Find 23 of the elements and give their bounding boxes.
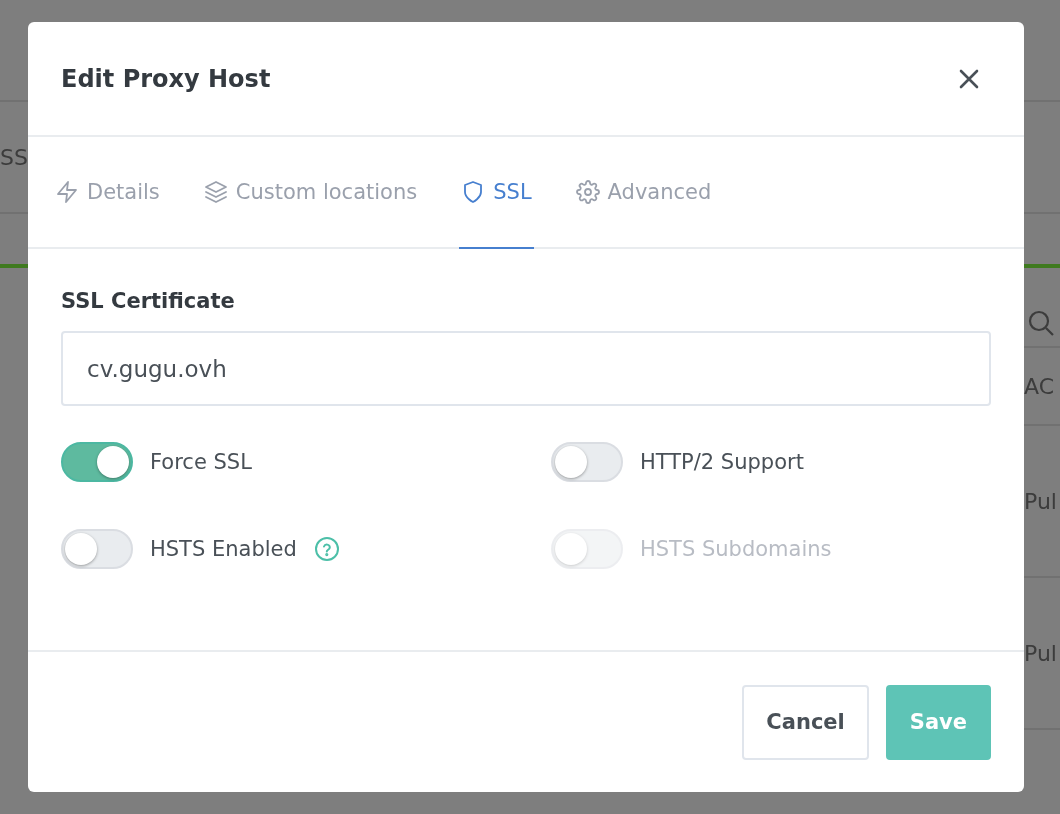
background-text: Pul — [1024, 578, 1060, 730]
background-text: AC — [1024, 348, 1060, 426]
toggle-label: HSTS Enabled — [150, 537, 297, 561]
gear-icon — [575, 180, 600, 204]
tab[interactable]: Custom locations — [201, 137, 420, 249]
search-icon — [1026, 308, 1056, 338]
toggle-label: HTTP/2 Support — [640, 450, 804, 474]
layers-icon — [203, 180, 228, 204]
cancel-button[interactable]: Cancel — [742, 684, 869, 760]
toggle-label: HSTS Subdomains — [640, 537, 832, 561]
field-label: SSL Certificate — [61, 289, 236, 313]
lightning-icon — [55, 180, 79, 204]
tab[interactable]: SSL — [459, 137, 534, 249]
certificate-field[interactable]: cv.gugu.ovh — [61, 331, 991, 406]
save-button[interactable]: Save — [885, 684, 991, 760]
background-text: Pul — [1024, 426, 1060, 578]
dialog-title: Edit Proxy Host — [61, 64, 271, 93]
help-icon[interactable] — [313, 536, 340, 562]
tab[interactable]: Details — [53, 137, 162, 249]
close-icon — [958, 67, 980, 90]
toggle-label: Force SSL — [150, 450, 252, 474]
toggle-switch[interactable] — [61, 442, 133, 482]
tab[interactable]: Advanced — [573, 137, 714, 249]
